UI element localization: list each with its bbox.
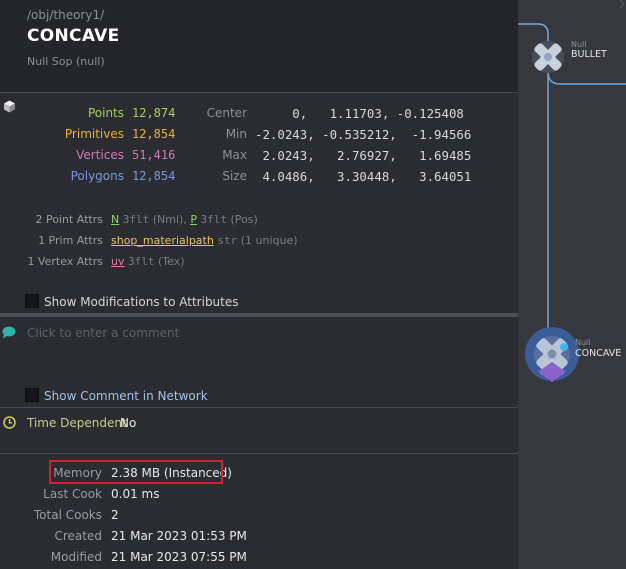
created-label: Created — [54, 529, 103, 543]
divider — [0, 407, 518, 408]
min-label: Min — [225, 127, 247, 141]
attr-link-n[interactable]: N — [111, 213, 119, 226]
primitives-label: Primitives — [64, 127, 124, 141]
memory-highlight-box — [49, 460, 223, 484]
show-comment-checkbox[interactable] — [25, 388, 39, 402]
attr-type: 3flt — [200, 213, 227, 226]
show-comment-label: Show Comment in Network — [44, 389, 208, 403]
node-name-label: BULLET — [571, 49, 607, 60]
node-type-label: Null — [571, 40, 587, 49]
created-value: 21 Mar 2023 01:53 PM — [111, 529, 247, 543]
parameter-info-panel: /obj/theory1/ CONCAVE Null Sop (null) Po… — [0, 0, 518, 569]
polygons-label: Polygons — [70, 169, 124, 183]
points-label: Points — [87, 106, 124, 120]
wire-input — [518, 23, 549, 42]
show-modifications-label: Show Modifications to Attributes — [44, 295, 239, 309]
time-dependent-value: No — [120, 416, 137, 430]
vertices-label: Vertices — [76, 148, 124, 162]
divider — [0, 453, 518, 454]
show-modifications-checkbox[interactable] — [25, 294, 39, 308]
node-title: CONCAVE — [27, 26, 120, 46]
total-cooks-label: Total Cooks — [33, 508, 102, 522]
section-divider — [0, 313, 518, 317]
attr-link-shop-materialpath[interactable]: shop_materialpath — [111, 234, 214, 247]
modified-label: Modified — [50, 550, 102, 564]
min-value: -2.0243, -0.535212, -1.94566 — [255, 127, 472, 142]
network-editor[interactable]: Null BULLET Null CONCAVE — [518, 0, 626, 569]
network-wires — [518, 0, 626, 382]
primitives-value: 12,854 — [132, 127, 176, 141]
center-label: Center — [206, 106, 247, 120]
chevron-right-icon — [619, 0, 625, 9]
max-label: Max — [222, 148, 247, 162]
center-value: 0, 1.11703, -0.125408 — [255, 106, 464, 121]
last-cook-label: Last Cook — [43, 487, 102, 501]
node-type-subtitle: Null Sop (null) — [27, 55, 105, 68]
node-header: /obj/theory1/ CONCAVE Null Sop (null) — [0, 0, 518, 92]
polygons-value: 12,854 — [132, 169, 176, 183]
last-cook-value: 0.01 ms — [111, 487, 160, 501]
size-value: 4.0486, 3.30448, 3.64051 — [255, 169, 472, 184]
modified-value: 21 Mar 2023 07:55 PM — [111, 550, 247, 564]
total-cooks-value: 2 — [111, 508, 119, 522]
attr-type: 3flt — [122, 213, 150, 226]
prim-attrs-list: shop_materialpath str (1 unique) — [111, 234, 298, 247]
attr-desc: (Pos) — [230, 213, 258, 226]
point-attrs-label: 2 Point Attrs — [35, 213, 103, 226]
node-bullet[interactable] — [532, 41, 564, 73]
node-type-label: Null — [575, 338, 591, 347]
attr-desc: (Tex) — [157, 255, 185, 268]
wire-output — [547, 71, 626, 85]
attr-type: str — [217, 234, 238, 247]
comment-input[interactable]: Click to enter a comment — [27, 326, 179, 340]
vertex-attrs-list: uv 3flt (Tex) — [111, 255, 185, 268]
size-label: Size — [222, 169, 247, 183]
point-attrs-list: N 3flt (Nml), P 3flt (Pos) — [111, 213, 258, 226]
attr-type: 3flt — [127, 255, 155, 268]
node-path: /obj/theory1/ — [27, 8, 105, 22]
vertex-attrs-label: 1 Vertex Attrs — [27, 255, 103, 268]
vertices-value: 51,416 — [132, 148, 176, 162]
time-dependent-label: Time Dependent — [27, 416, 127, 430]
attr-link-uv[interactable]: uv — [111, 255, 124, 268]
points-value: 12,874 — [132, 106, 176, 120]
attr-desc: (1 unique) — [240, 234, 298, 247]
max-value: 2.0243, 2.76927, 1.69485 — [255, 148, 472, 163]
clock-icon — [3, 416, 16, 429]
node-name-label: CONCAVE — [575, 348, 622, 359]
attr-link-p[interactable]: P — [190, 213, 197, 226]
node-concave[interactable] — [525, 327, 579, 382]
display-flag-icon[interactable] — [560, 343, 568, 351]
attr-desc: (Nml), — [152, 213, 187, 226]
divider — [0, 92, 518, 93]
comment-bubble-icon — [2, 326, 16, 339]
prim-attrs-label: 1 Prim Attrs — [38, 234, 103, 247]
